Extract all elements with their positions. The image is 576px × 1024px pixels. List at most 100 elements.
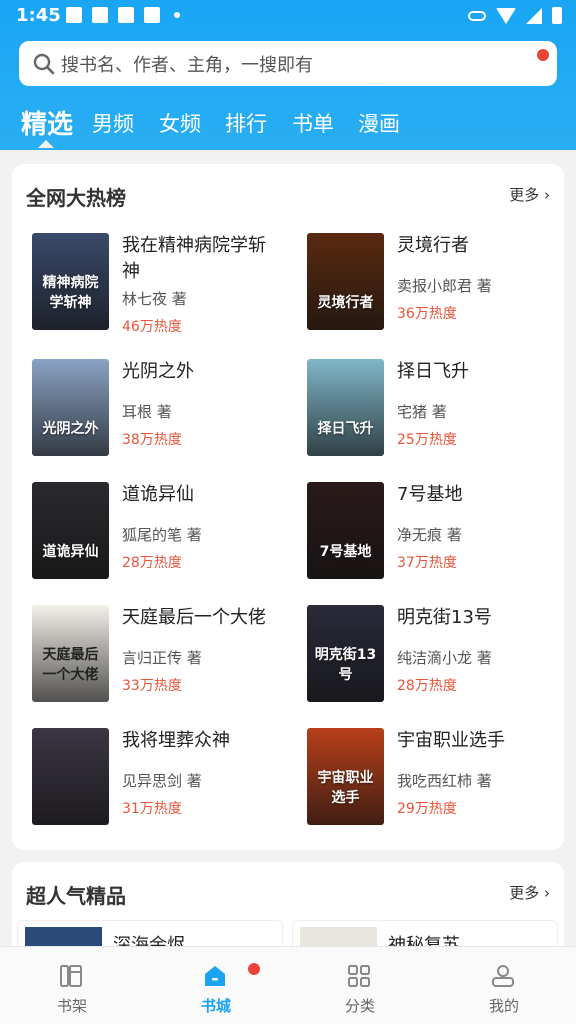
book-cover-text: 宇宙职业选手: [317, 770, 374, 806]
hot-book-item[interactable]: 我将埋葬众神 见异思剑 著 31万热度: [32, 728, 294, 828]
book-cover: 光阴之外: [32, 359, 109, 456]
featured-more-button[interactable]: 更多 ›: [509, 882, 550, 903]
category-icon: [348, 965, 370, 987]
vpn-key-icon: [468, 10, 486, 21]
app-notification-icon: [92, 7, 108, 23]
book-cover: 天庭最后一个大佬: [32, 605, 109, 702]
book-cover: 明克街13号: [307, 605, 384, 702]
book-cover-text: 道诡异仙: [42, 544, 99, 560]
wifi-icon: [496, 7, 516, 24]
nav-bookshelf-label: 书架: [56, 997, 87, 1015]
book-cover-text: 明克街13号: [314, 647, 377, 683]
status-bar: 1:45: [0, 0, 576, 32]
more-notifications-icon: [174, 12, 180, 18]
hot-book-item[interactable]: 道诡异仙 道诡异仙 狐尾的笔 著 28万热度: [32, 482, 294, 582]
book-heat: 28万热度: [397, 678, 457, 694]
book-heat: 33万热度: [122, 678, 182, 694]
book-author: 见异思剑 著: [122, 772, 202, 790]
search-icon: [33, 53, 55, 74]
search-placeholder: 搜书名、作者、主角，一搜即有: [61, 54, 313, 76]
nav-bookshelf[interactable]: 书架: [0, 947, 144, 1024]
book-cover-text: 灵境行者: [317, 295, 374, 311]
book-heat: 31万热度: [122, 801, 182, 817]
nav-category-label: 分类: [344, 997, 375, 1015]
hot-book-item[interactable]: 精神病院学斩神 我在精神病院学斩神林七夜 著 46万热度: [32, 233, 294, 335]
book-heat: 36万热度: [397, 306, 457, 322]
gallery-notification-icon: [66, 7, 82, 23]
hot-book-item[interactable]: 明克街13号 明克街13号 纯洁滴小龙 著 28万热度: [307, 605, 569, 705]
book-cover-text: 天庭最后一个大佬: [42, 647, 99, 683]
book-author: 狐尾的笔 著: [122, 526, 202, 544]
book-cover: [32, 728, 109, 825]
hot-book-item[interactable]: 宇宙职业选手 宇宙职业选手 我吃西红柿 著 29万热度: [307, 728, 569, 828]
book-cover: 道诡异仙: [32, 482, 109, 579]
book-heat: 25万热度: [397, 432, 457, 448]
book-title: 宇宙职业选手: [397, 730, 505, 751]
store-badge: [248, 963, 260, 975]
book-cover: 择日飞升: [307, 359, 384, 456]
profile-icon: [492, 965, 514, 987]
book-cover: 精神病院学斩神: [32, 233, 109, 330]
book-title: 我在精神病院学斩神: [122, 235, 266, 282]
hot-list-title: 全网大热榜: [26, 186, 126, 210]
book-heat: 46万热度: [122, 319, 182, 335]
battery-icon: [552, 7, 562, 24]
book-title: 择日飞升: [397, 361, 469, 382]
nav-store[interactable]: 书城: [144, 947, 288, 1024]
book-cover: 灵境行者: [307, 233, 384, 330]
search-badge: [537, 49, 549, 61]
book-heat: 37万热度: [397, 555, 457, 571]
hot-book-item[interactable]: 天庭最后一个大佬 天庭最后一个大佬 言归正传 著 33万热度: [32, 605, 294, 705]
tab-featured[interactable]: 精选: [21, 104, 73, 141]
book-title: 7号基地: [397, 484, 463, 505]
book-title: 光阴之外: [122, 361, 194, 382]
book-author: 纯洁滴小龙 著: [397, 649, 492, 667]
active-tab-indicator: [38, 140, 54, 148]
book-title: 明克街13号: [397, 607, 492, 628]
hot-book-item[interactable]: 光阴之外 光阴之外 耳根 著 38万热度: [32, 359, 294, 459]
hot-book-item[interactable]: 7号基地 7号基地 净无痕 著 37万热度: [307, 482, 569, 582]
font-notification-icon: [144, 7, 160, 23]
signal-icon: [526, 7, 542, 24]
store-icon: [205, 966, 225, 986]
hot-list-more-button[interactable]: 更多 ›: [509, 184, 550, 205]
book-author: 我吃西红柿 著: [397, 772, 492, 790]
dice-notification-icon: [118, 7, 134, 23]
book-title: 天庭最后一个大佬: [122, 607, 266, 628]
book-author: 净无痕 著: [397, 526, 462, 544]
tab-ranking[interactable]: 排行: [225, 108, 267, 138]
bottom-nav: 书架 书城 分类 我的: [0, 946, 576, 1024]
hot-book-item[interactable]: 择日飞升 择日飞升 宅猪 著 25万热度: [307, 359, 569, 459]
book-cover: 宇宙职业选手: [307, 728, 384, 825]
bookshelf-icon: [60, 965, 82, 987]
tab-comics[interactable]: 漫画: [358, 108, 400, 138]
book-title: 道诡异仙: [122, 484, 194, 505]
book-cover-text: 7号基地: [319, 544, 372, 560]
hot-book-item[interactable]: 灵境行者 灵境行者 卖报小郎君 著 36万热度: [307, 233, 569, 333]
nav-category[interactable]: 分类: [288, 947, 432, 1024]
tab-male[interactable]: 男频: [92, 108, 134, 138]
book-cover: 7号基地: [307, 482, 384, 579]
book-author: 林七夜 著: [122, 290, 187, 308]
status-time: 1:45: [16, 5, 61, 26]
book-author: 言归正传 著: [122, 649, 202, 667]
book-author: 卖报小郎君 著: [397, 277, 492, 295]
book-cover-text: 择日飞升: [317, 421, 374, 437]
category-tabs: 精选 男频 女频 排行 书单 漫画: [0, 102, 576, 150]
book-title: 我将埋葬众神: [122, 730, 230, 751]
nav-profile-label: 我的: [488, 997, 519, 1015]
book-cover-text: 光阴之外: [42, 421, 99, 437]
featured-title: 超人气精品: [26, 884, 126, 908]
nav-store-label: 书城: [200, 997, 231, 1015]
book-heat: 28万热度: [122, 555, 182, 571]
book-heat: 29万热度: [397, 801, 457, 817]
book-heat: 38万热度: [122, 432, 182, 448]
search-bar[interactable]: 搜书名、作者、主角，一搜即有: [19, 41, 557, 86]
tab-female[interactable]: 女频: [159, 108, 201, 138]
nav-profile[interactable]: 我的: [432, 947, 576, 1024]
tab-booklist[interactable]: 书单: [292, 108, 334, 138]
book-title: 灵境行者: [397, 235, 469, 256]
book-cover-text: 精神病院学斩神: [42, 275, 99, 311]
book-author: 宅猪 著: [397, 403, 447, 421]
book-author: 耳根 著: [122, 403, 172, 421]
